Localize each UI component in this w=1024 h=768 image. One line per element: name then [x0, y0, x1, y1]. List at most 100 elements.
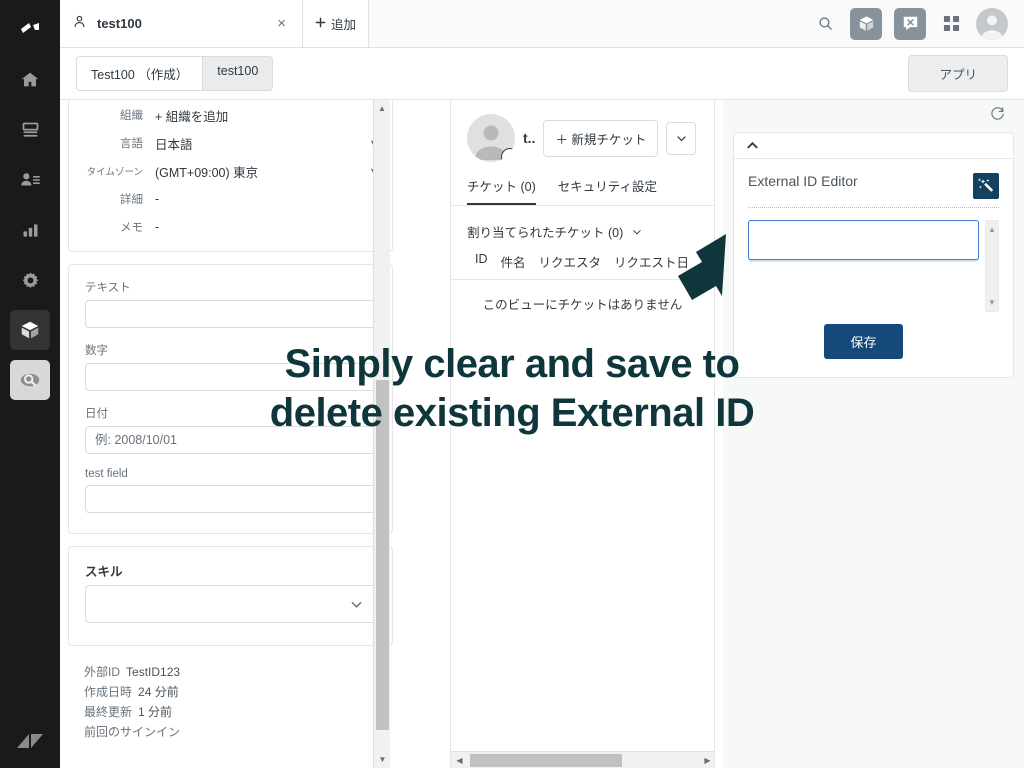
user-properties-panel: タグ - 組織 + 組織を追加 言語 日本語 ▼ タイムゾーン (GMT+0	[68, 100, 393, 768]
meta-value: 24 分前	[138, 685, 179, 699]
assigned-tickets-title: 割り当てられたチケット (0)	[467, 226, 624, 240]
sidebar-item-apps[interactable]	[10, 310, 50, 350]
tab-security-settings[interactable]: セキュリティ設定	[558, 176, 657, 205]
property-row-notes: メモ -	[69, 213, 392, 241]
meta-value: 1 分前	[138, 705, 173, 719]
field-label: 日付	[85, 408, 108, 420]
refresh-icon[interactable]	[989, 105, 1006, 127]
test-field-input[interactable]	[85, 485, 376, 513]
left-panel-scrollbar[interactable]: ▲ ▼	[373, 100, 390, 768]
add-organization-link[interactable]: + 組織を追加	[155, 106, 378, 125]
property-label: メモ	[120, 222, 143, 234]
assigned-tickets-section: 割り当てられたチケット (0)	[451, 206, 714, 242]
meta-label: 外部ID	[84, 665, 121, 679]
scroll-left-arrow[interactable]: ◀	[451, 756, 468, 765]
end-user-badge-icon	[501, 148, 515, 162]
sidebar-item-customers[interactable]	[10, 160, 50, 200]
external-id-editor-card: External ID Editor ▲ ▼ 保存	[733, 132, 1014, 378]
refresh-row	[733, 100, 1014, 132]
field-text: テキスト	[85, 279, 376, 328]
skill-label: スキル	[85, 565, 123, 579]
field-label: テキスト	[85, 282, 131, 294]
date-field-input[interactable]	[85, 426, 376, 454]
ticket-table-header: ID 件名 リクエスタ リクエスト日	[451, 242, 714, 279]
scroll-down-arrow[interactable]: ▼	[988, 298, 996, 307]
left-nav-rail	[0, 0, 60, 768]
add-tab-label: 追加	[330, 18, 356, 32]
field-date: 日付	[85, 405, 376, 454]
scroll-right-arrow[interactable]: ▶	[699, 756, 714, 765]
save-button[interactable]: 保存	[824, 324, 903, 359]
scroll-up-arrow[interactable]: ▲	[988, 225, 996, 234]
scrollbar-thumb[interactable]	[470, 753, 622, 767]
property-value[interactable]: 日本語	[155, 134, 369, 153]
collapse-toggle[interactable]	[734, 133, 1013, 159]
empty-state-message: このビューにチケットはありません	[451, 279, 714, 327]
text-field-input[interactable]	[85, 300, 376, 328]
user-metadata: 外部ID TestID123 作成日時 24 分前 最終更新 1 分前 前回のサインイ…	[68, 658, 393, 752]
apps-panel: External ID Editor ▲ ▼ 保存	[723, 100, 1024, 768]
sidebar-item-admin[interactable]	[10, 260, 50, 300]
add-tab-button[interactable]: 追加	[303, 0, 369, 47]
number-field-input[interactable]	[85, 363, 376, 391]
column-subject: 件名	[500, 256, 526, 270]
scroll-up-arrow[interactable]: ▲	[374, 100, 390, 117]
grid-apps-icon[interactable]	[938, 11, 964, 37]
workspace: タグ - 組織 + 組織を追加 言語 日本語 ▼ タイムゾーン (GMT+0	[60, 100, 1024, 768]
app-title: External ID Editor	[748, 173, 858, 189]
chat-x-icon[interactable]	[894, 7, 926, 40]
property-value[interactable]: -	[155, 220, 378, 234]
sidebar-item-explore[interactable]	[10, 360, 50, 400]
field-number: 数字	[85, 342, 376, 391]
meta-row-created: 作成日時 24 分前	[84, 682, 377, 702]
property-value[interactable]: -	[155, 192, 378, 206]
mid-panel-horizontal-scrollbar[interactable]: ◀ ▶	[451, 751, 714, 768]
field-skill: スキル	[85, 561, 376, 623]
skill-select[interactable]	[85, 585, 376, 623]
meta-label: 前回のサインイン	[84, 725, 181, 739]
new-ticket-button[interactable]: ＋ 新規チケット	[543, 119, 659, 157]
meta-row-external-id: 外部ID TestID123	[84, 662, 377, 682]
property-label: 詳細	[120, 194, 143, 206]
avatar[interactable]	[976, 7, 1008, 40]
sidebar-item-reporting[interactable]	[10, 210, 50, 250]
scrollbar-thumb[interactable]	[376, 380, 389, 730]
chevron-up-icon	[747, 141, 758, 149]
user-detail-panel: t.. ＋ 新規チケット チケット (0) セキュリティ設定 割り当てられたチケ…	[450, 100, 715, 768]
segment-item-1[interactable]: test100	[202, 57, 273, 90]
open-tab-test100[interactable]: test100 ×	[60, 0, 303, 47]
column-requester: リクエスタ	[538, 256, 602, 270]
external-id-input-row: ▲ ▼	[748, 220, 999, 312]
chevron-down-icon[interactable]	[666, 121, 697, 155]
divider	[748, 207, 999, 208]
chevron-down-icon[interactable]	[632, 224, 642, 241]
external-id-input[interactable]	[748, 220, 979, 260]
property-value[interactable]: (GMT+09:00) 東京	[155, 162, 369, 181]
app-root: test100 × 追加 Test100 （作成） test100 アプリ 組織…	[0, 0, 1024, 768]
property-list: タグ - 組織 + 組織を追加 言語 日本語 ▼ タイムゾーン (GMT+0	[69, 100, 392, 251]
custom-fields-card: テキスト 数字 日付 test field	[68, 264, 393, 534]
property-label: タイムゾーン	[86, 167, 143, 178]
property-row-language: 言語 日本語 ▼	[69, 129, 392, 157]
cube-icon[interactable]	[850, 7, 882, 40]
segment-item-0[interactable]: Test100 （作成）	[77, 57, 203, 90]
plus-icon	[315, 17, 326, 31]
skills-card: スキル	[68, 546, 393, 646]
sidebar-item-views[interactable]	[10, 110, 50, 150]
tab-title: test100	[97, 16, 142, 31]
user-name: t..	[523, 130, 536, 146]
tab-tickets[interactable]: チケット (0)	[467, 176, 536, 205]
app-body: External ID Editor ▲ ▼ 保存	[734, 159, 1013, 377]
sidebar-item-home[interactable]	[10, 60, 50, 100]
apps-button[interactable]: アプリ	[908, 55, 1008, 92]
zendesk-mark-icon	[0, 730, 60, 752]
app-inner-scrollbar[interactable]: ▲ ▼	[985, 220, 999, 312]
search-icon[interactable]	[812, 11, 838, 37]
user-properties-card: タグ - 組織 + 組織を追加 言語 日本語 ▼ タイムゾーン (GMT+0	[68, 100, 393, 252]
close-icon[interactable]: ×	[273, 14, 290, 33]
user-tabs: チケット (0) セキュリティ設定	[451, 162, 714, 206]
save-row: 保存	[748, 324, 999, 359]
app-title-row: External ID Editor	[748, 173, 999, 199]
scroll-down-arrow[interactable]: ▼	[374, 751, 391, 768]
